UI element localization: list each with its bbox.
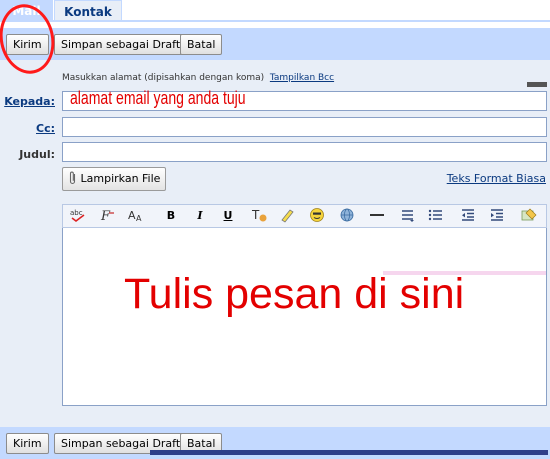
compose-form: Masukkan alamat (dipisahkan dengan koma)… <box>0 60 550 427</box>
subject-label: Judul: <box>19 148 55 161</box>
underline-icon[interactable]: U <box>217 207 239 225</box>
svg-text:A: A <box>136 214 142 223</box>
paperclip-icon <box>68 171 77 185</box>
subject-field[interactable] <box>62 142 547 162</box>
spellcheck-icon[interactable]: abc <box>67 207 89 225</box>
attach-file-label: Lampirkan File <box>80 172 161 185</box>
compose-toolbar-top: Kirim Simpan sebagai Draft Batal <box>0 28 550 60</box>
bold-icon[interactable]: B <box>160 207 182 225</box>
annotation-email-hint: alamat email yang anda tuju <box>70 88 246 108</box>
cc-label[interactable]: Cc: <box>36 122 55 135</box>
outdent-icon[interactable] <box>457 207 479 225</box>
bulleted-list-icon[interactable] <box>425 207 447 225</box>
tab-kontak[interactable]: Kontak <box>54 0 122 20</box>
numbered-list-icon[interactable] <box>397 207 419 225</box>
artifact-bar <box>150 450 548 455</box>
font-size-icon[interactable]: AA <box>125 207 147 225</box>
artifact-bar <box>527 82 547 87</box>
show-bcc-link[interactable]: Tampilkan Bcc <box>270 73 334 83</box>
text-color-icon[interactable]: T <box>248 207 270 225</box>
svg-text:abc: abc <box>70 209 83 217</box>
cc-field[interactable] <box>62 117 547 137</box>
font-icon[interactable]: F <box>97 207 119 225</box>
svg-text:T: T <box>251 208 260 222</box>
send-button-bottom[interactable]: Kirim <box>6 433 49 454</box>
highlight-icon[interactable] <box>276 207 298 225</box>
horizontal-rule-icon[interactable] <box>366 207 388 225</box>
plain-text-link[interactable]: Teks Format Biasa <box>447 172 546 185</box>
annotation-body-hint: Tulis pesan di sini <box>124 270 465 318</box>
svg-text:A: A <box>128 209 136 222</box>
indent-icon[interactable] <box>486 207 508 225</box>
svg-text:F: F <box>100 209 111 223</box>
save-draft-button[interactable]: Simpan sebagai Draft <box>54 34 188 55</box>
editor-toolbar: abc F AA B I U T <box>62 204 547 228</box>
cancel-button[interactable]: Batal <box>180 34 223 55</box>
remove-format-icon[interactable] <box>518 207 540 225</box>
address-hint: Masukkan alamat (dipisahkan dengan koma)… <box>62 73 335 83</box>
attach-file-button[interactable]: Lampirkan File <box>62 167 167 191</box>
link-icon[interactable] <box>336 207 358 225</box>
to-label[interactable]: Kepada: <box>4 95 55 108</box>
italic-icon[interactable]: I <box>189 207 211 225</box>
emoticon-icon[interactable] <box>306 207 328 225</box>
